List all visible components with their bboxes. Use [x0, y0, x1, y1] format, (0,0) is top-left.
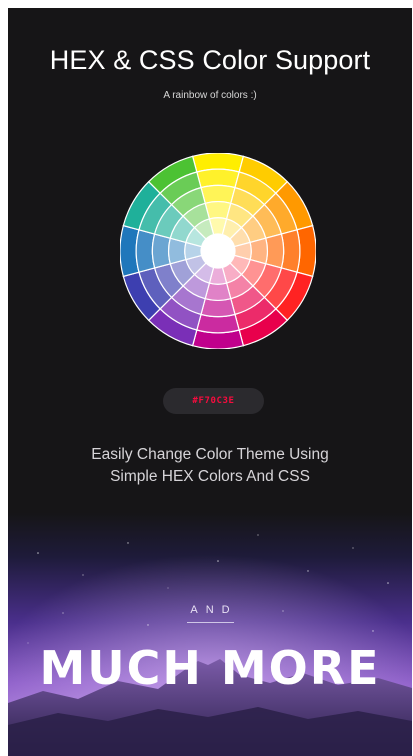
color-wheel-segment — [200, 297, 236, 318]
description-line-2: Simple HEX Colors And CSS — [110, 468, 310, 485]
promo-kicker: AND — [190, 604, 238, 616]
color-wheel-center — [201, 234, 235, 268]
color-wheel-segment — [200, 184, 236, 205]
app-screen: HEX & CSS Color Support A rainbow of col… — [8, 8, 412, 756]
promo-headline: MUCH MORE — [39, 641, 381, 695]
promo-kicker-underline — [187, 622, 234, 623]
page-title: HEX & CSS Color Support — [49, 45, 371, 75]
color-wheel-image — [120, 153, 316, 349]
description-line-1: Easily Change Color Theme Using — [91, 446, 329, 463]
color-wheel-segment — [151, 233, 172, 269]
color-wheel-segment — [264, 233, 285, 269]
hex-color-badge[interactable]: #F70C3E — [163, 388, 264, 414]
mountain-night-sky-image — [8, 513, 412, 756]
page-subtitle: A rainbow of colors :) — [163, 90, 257, 101]
feature-description: Easily Change Color Theme Using Simple H… — [8, 444, 412, 488]
